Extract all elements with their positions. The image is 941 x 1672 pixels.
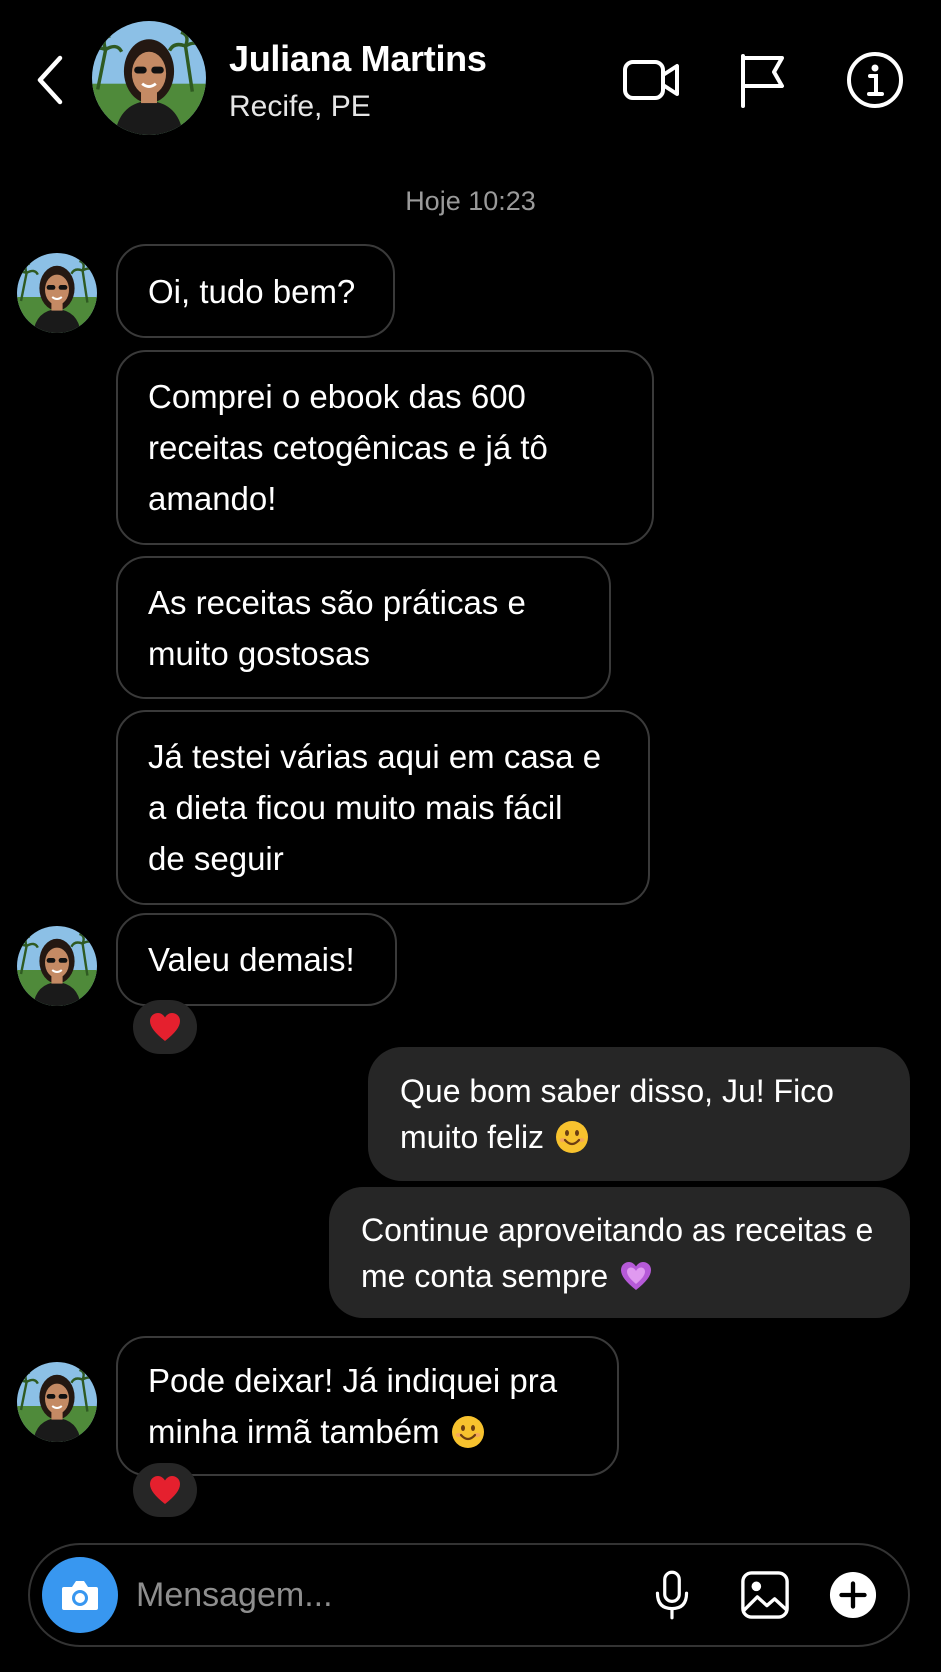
contact-name[interactable]: Juliana Martins: [229, 38, 487, 80]
message-composer: [28, 1543, 910, 1647]
message-text: Valeu demais!: [148, 941, 355, 978]
message-text: Pode deixar! Já indiquei pra minha irmã …: [148, 1362, 558, 1450]
message-reaction[interactable]: [133, 1000, 197, 1054]
incoming-message[interactable]: Pode deixar! Já indiquei pra minha irmã …: [116, 1336, 619, 1476]
camera-icon: [62, 1581, 98, 1610]
heart-icon: [149, 1012, 181, 1042]
message-text: Comprei o ebook das 600 receitas cetogên…: [148, 378, 548, 517]
conversation-timestamp: Hoje 10:23: [405, 186, 536, 216]
incoming-message[interactable]: Já testei várias aqui em casa e a dieta …: [116, 710, 650, 905]
purple-heart-icon: [619, 1259, 653, 1293]
outgoing-message[interactable]: Que bom saber disso, Ju! Fico muito feli…: [368, 1047, 910, 1181]
outgoing-message[interactable]: Continue aproveitando as receitas e me c…: [329, 1187, 910, 1318]
camera-button[interactable]: [42, 1557, 118, 1633]
message-text: Que bom saber disso, Ju! Fico muito feli…: [400, 1073, 834, 1155]
smiling-face-icon: [555, 1120, 589, 1154]
flag-icon[interactable]: [730, 48, 794, 112]
sender-avatar[interactable]: [17, 253, 97, 333]
smiling-face-icon: [451, 1415, 485, 1449]
message-text: Continue aproveitando as receitas e me c…: [361, 1211, 874, 1294]
contact-avatar[interactable]: [92, 21, 206, 135]
info-icon[interactable]: [843, 48, 907, 112]
microphone-icon[interactable]: [642, 1565, 702, 1625]
video-call-icon[interactable]: [619, 48, 683, 112]
incoming-message[interactable]: Comprei o ebook das 600 receitas cetogên…: [116, 350, 654, 545]
incoming-message[interactable]: Oi, tudo bem?: [116, 244, 395, 338]
message-reaction[interactable]: [133, 1463, 197, 1517]
message-text: As receitas são práticas e muito gostosa…: [148, 583, 526, 672]
message-input[interactable]: [136, 1567, 616, 1623]
contact-location: Recife, PE: [229, 90, 371, 123]
back-chevron-icon[interactable]: [30, 50, 74, 110]
sender-avatar[interactable]: [17, 1362, 97, 1442]
incoming-message[interactable]: Valeu demais!: [116, 913, 397, 1006]
plus-icon[interactable]: [823, 1565, 883, 1625]
incoming-message[interactable]: As receitas são práticas e muito gostosa…: [116, 556, 611, 699]
message-text: Oi, tudo bem?: [148, 272, 356, 310]
heart-icon: [149, 1475, 181, 1505]
message-text: Já testei várias aqui em casa e a dieta …: [148, 738, 602, 877]
gallery-icon[interactable]: [735, 1565, 795, 1625]
sender-avatar[interactable]: [17, 926, 97, 1006]
chat-header: Juliana Martins Recife, PE: [0, 0, 941, 160]
